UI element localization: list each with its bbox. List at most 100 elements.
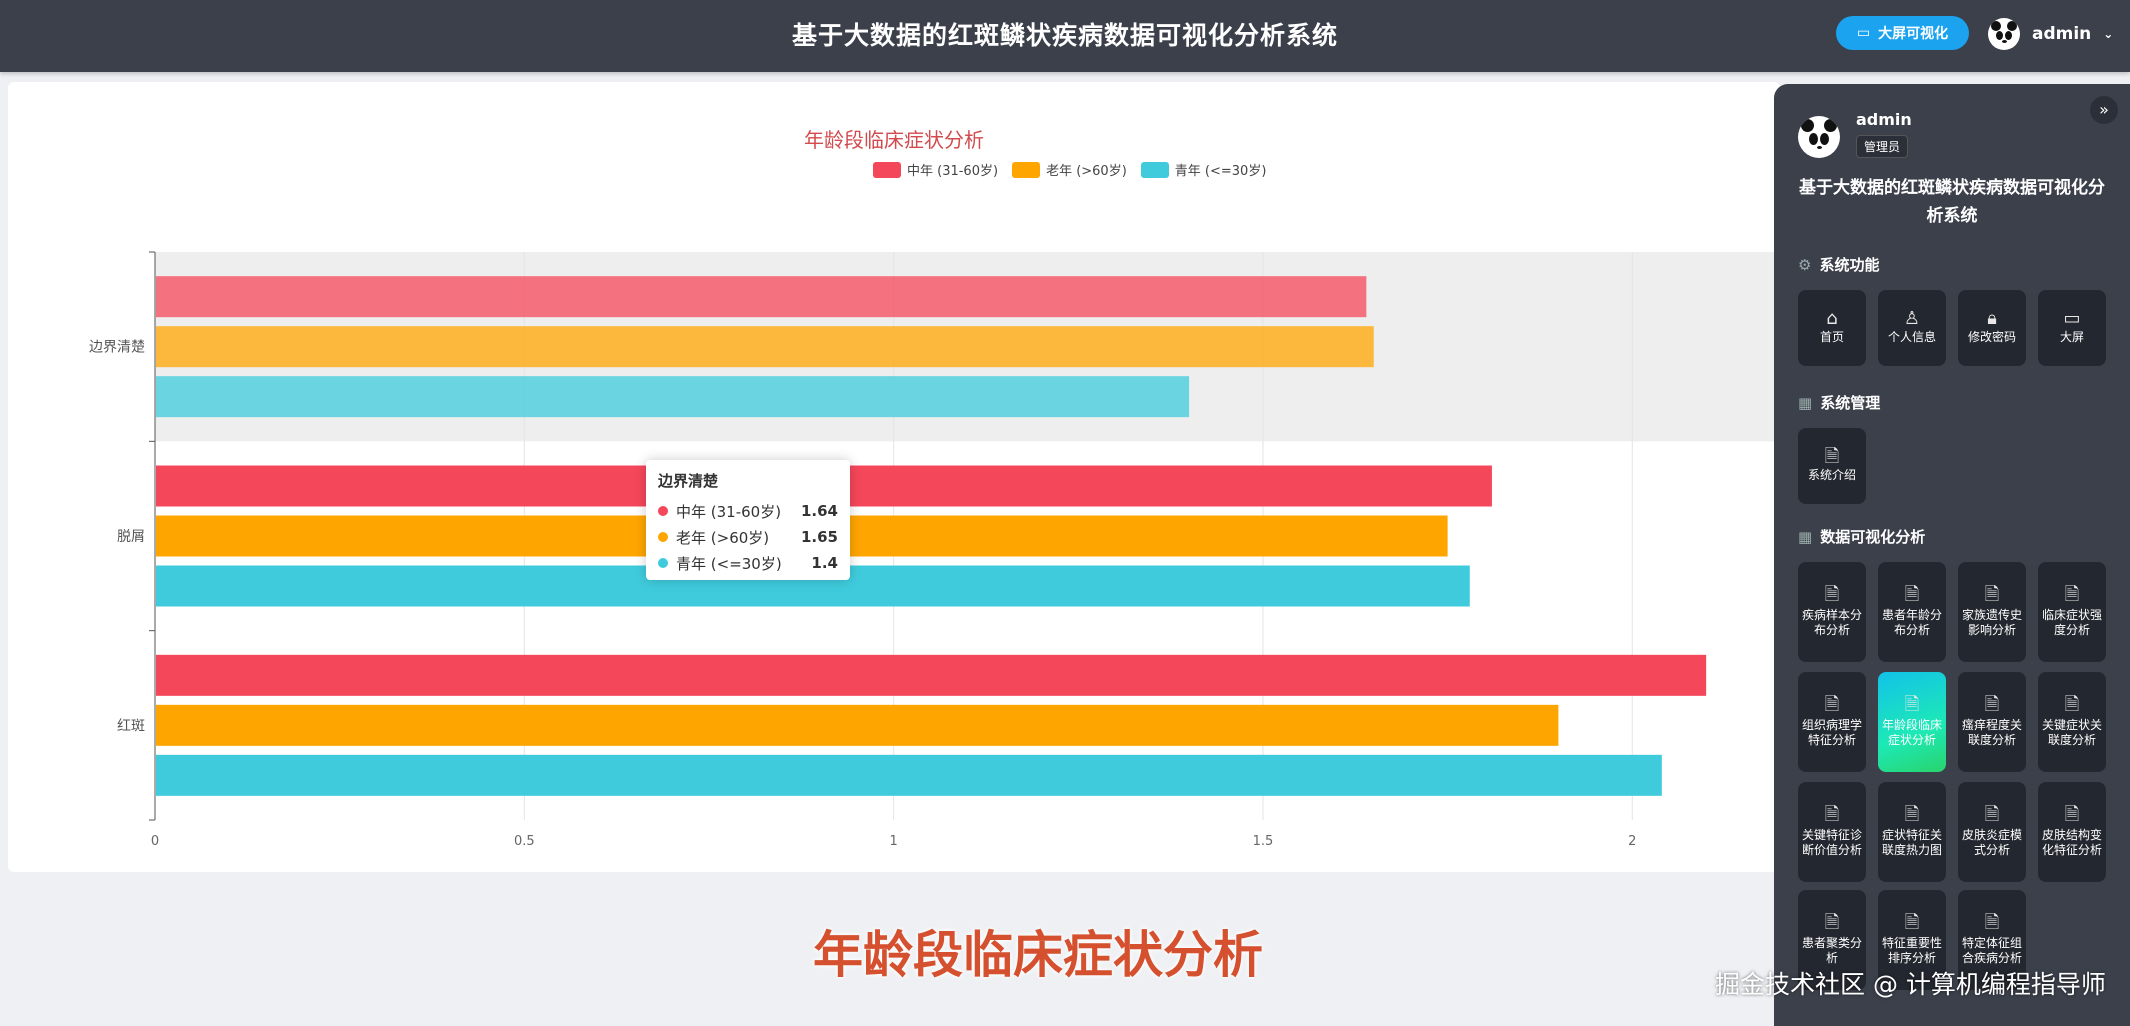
bigscreen-label: 大屏可视化 [1878,26,1949,42]
watermark: 掘金技术社区 @ 计算机编程指导师 [1715,970,2106,999]
document-icon: 🗎 [1824,803,1840,825]
tooltip-value: 1.65 [800,528,838,546]
tile-label: 关键特征诊断价值分析 [1802,827,1863,857]
x-tick-label: 2 [1628,834,1636,849]
document-icon: 🗎 [1984,911,2000,933]
x-tick-label: 0.5 [514,834,535,849]
bar[interactable] [156,326,1374,368]
document-icon: 🗎 [1824,911,1840,933]
avatar [1988,18,2020,50]
home-icon: ⌂ [1826,308,1838,329]
collapse-icon[interactable]: » [2090,96,2118,124]
tooltip-series-name: 老年 (>60岁) [676,528,770,547]
bar[interactable] [156,276,1367,318]
chart-tooltip: 边界清楚 中年 (31-60岁) 1.64 老年 (>60岁) 1.65 青年 … [646,460,850,580]
lock-icon: 🔒︎ [1987,308,1997,329]
nav-analysis-item[interactable]: 🗎 症状特征关联度热力图 [1878,782,1946,882]
avatar [1798,116,1840,158]
tooltip-value: 1.4 [811,554,838,572]
bar[interactable] [156,704,1559,746]
tile-label: 患者聚类分析 [1802,935,1863,965]
tile-label: 个人信息 [1887,330,1936,344]
document-icon: 🗎 [1984,583,2000,605]
nav-bigscreen[interactable]: ▭ 大屏 [2038,290,2106,366]
grid-icon: ▦ [1798,393,1813,412]
nav-system-intro[interactable]: 🗎 系统介绍 [1798,428,1866,504]
nav-analysis-item[interactable]: 🗎 患者年龄分布分析 [1878,562,1946,662]
nav-analysis-item[interactable]: 🗎 临床症状强度分析 [2038,562,2106,662]
document-icon: 🗎 [1824,583,1840,605]
tile-label: 关键症状关联度分析 [2042,717,2103,747]
tooltip-value: 1.64 [800,502,838,520]
tooltip-series-name: 青年 (<=30岁) [676,554,782,573]
series-dot [658,506,668,516]
nav-analysis-item[interactable]: 🗎 年龄段临床症状分析 [1878,672,1946,772]
document-icon: 🗎 [1984,803,2000,825]
bar-chart: 0 0.5 1 1.5 2 边界清楚脱屑红斑 [89,251,1780,849]
section-data-analysis: ▦ 数据可视化分析 [1798,526,1925,547]
nav-analysis-item[interactable]: 🗎 家族遗传史影响分析 [1958,562,2026,662]
document-icon: 🗎 [1984,693,2000,715]
nav-analysis-item[interactable]: 🗎 组织病理学特征分析 [1798,672,1866,772]
y-category-label: 脱屑 [117,529,145,545]
document-icon: 🗎 [2064,803,2080,825]
nav-analysis-item[interactable]: 🗎 关键症状关联度分析 [2038,672,2106,772]
bar[interactable] [156,754,1662,796]
tile-label: 皮肤炎症模式分析 [1962,827,2023,857]
document-icon: 🗎 [2064,583,2080,605]
nav-analysis-item[interactable]: 🗎 瘙痒程度关联度分析 [1958,672,2026,772]
document-icon: 🗎 [2064,693,2080,715]
document-icon: 🗎 [1904,583,1920,605]
role-badge: 管理员 [1856,135,1909,158]
x-tick-label: 0 [151,834,159,849]
nav-home[interactable]: ⌂ 首页 [1798,290,1866,366]
tile-label: 组织病理学特征分析 [1802,717,1863,747]
section-title: 系统功能 [1819,256,1880,274]
tooltip-row: 中年 (31-60岁) 1.64 [658,498,838,524]
bar[interactable] [156,376,1190,418]
nav-change-password[interactable]: 🔒︎ 修改密码 [1958,290,2026,366]
series-dot [658,558,668,568]
y-category-label: 红斑 [117,718,145,734]
tile-label: 特征重要性排序分析 [1882,935,1943,965]
nav-analysis-item[interactable]: 🗎 皮肤炎症模式分析 [1958,782,2026,882]
tile-label: 症状特征关联度热力图 [1882,827,1943,857]
tile-label: 疾病样本分布分析 [1802,607,1863,637]
tile-label: 特定体征组合疾病分析 [1962,935,2023,965]
tile-label: 家族遗传史影响分析 [1962,607,2023,637]
side-panel: » admin 管理员 基于大数据的红斑鳞状疾病数据可视化分析系统 ⚙ 系统功能… [1774,84,2130,1026]
section-system-functions: ⚙ 系统功能 [1798,254,1879,275]
gear-icon: ⚙ [1798,255,1812,274]
section-title: 系统管理 [1820,394,1881,412]
document-icon: 🗎 [1904,693,1920,715]
tile-label: 患者年龄分布分析 [1882,607,1943,637]
x-tick-label: 1 [889,834,897,849]
nav-profile[interactable]: ♙ 个人信息 [1878,290,1946,366]
tile-label: 系统介绍 [1807,468,1856,482]
bar[interactable] [156,654,1707,696]
tile-label: 大屏 [2059,330,2084,344]
username: admin [2032,24,2092,44]
bigscreen-button[interactable]: ▭ 大屏可视化 [1836,16,1969,50]
tile-label: 首页 [1819,330,1844,344]
section-system-management: ▦ 系统管理 [1798,392,1880,413]
tooltip-row: 青年 (<=30岁) 1.4 [658,550,838,576]
grid-icon: ▦ [1798,527,1813,546]
tooltip-series-name: 中年 (31-60岁) [676,502,782,521]
document-icon: 🗎 [1824,693,1840,715]
document-icon: 🗎 [1904,911,1920,933]
series-dot [658,532,668,542]
screen-icon: ▭ [2063,308,2081,329]
panel-user: admin 管理员 [1798,110,1912,158]
video-caption: 年龄段临床症状分析 [813,926,1263,984]
top-bar: 基于大数据的红斑鳞状疾病数据可视化分析系统 ▭ 大屏可视化 admin ⌄ [0,0,2130,72]
chevron-down-icon: ⌄ [2103,27,2114,41]
tile-label: 皮肤结构变化特征分析 [2042,827,2103,857]
tile-label: 临床症状强度分析 [2042,607,2103,637]
nav-analysis-item[interactable]: 🗎 疾病样本分布分析 [1798,562,1866,662]
nav-analysis-item[interactable]: 🗎 关键特征诊断价值分析 [1798,782,1866,882]
nav-analysis-item[interactable]: 🗎 皮肤结构变化特征分析 [2038,782,2106,882]
chart-card: 年龄段临床症状分析 中年 (31-60岁) 老年 (>60岁) 青年 (<=30… [8,82,1780,872]
panel-username: admin [1856,110,1912,129]
user-menu[interactable]: admin ⌄ [1988,16,2113,52]
